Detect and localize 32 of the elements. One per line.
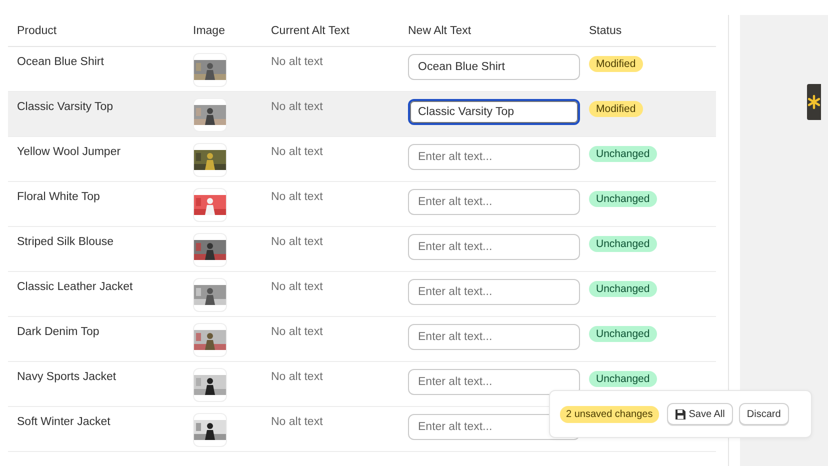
column-header: Current Alt Text bbox=[270, 24, 350, 36]
status-badge: Unchanged bbox=[589, 371, 657, 387]
product-name: Soft Winter Jacket bbox=[16, 415, 112, 430]
current-alt-text: No alt text bbox=[270, 280, 324, 295]
status-badge: Modified bbox=[589, 101, 643, 117]
product-name: Navy Sports Jacket bbox=[16, 370, 118, 385]
product-name: Ocean Blue Shirt bbox=[16, 55, 105, 70]
column-header: New Alt Text bbox=[407, 24, 472, 36]
column-header: Product bbox=[16, 24, 58, 36]
unsaved-count-badge: 2 unsaved changes bbox=[560, 406, 659, 422]
product-name: Dark Denim Top bbox=[16, 325, 100, 340]
status-badge: Unchanged bbox=[589, 236, 657, 252]
product-name: Yellow Wool Jumper bbox=[16, 145, 122, 160]
status-badge: Unchanged bbox=[589, 191, 657, 207]
product-name: Floral White Top bbox=[16, 190, 101, 205]
column-header: Status bbox=[588, 24, 623, 36]
current-alt-text: No alt text bbox=[270, 325, 324, 340]
current-alt-text: No alt text bbox=[270, 145, 324, 160]
product-name: Classic Leather Jacket bbox=[16, 280, 134, 295]
status-badge: Unchanged bbox=[589, 146, 657, 162]
current-alt-text: No alt text bbox=[270, 100, 324, 115]
current-alt-text: No alt text bbox=[270, 235, 324, 250]
current-alt-text: No alt text bbox=[270, 370, 324, 385]
current-alt-text: No alt text bbox=[270, 190, 324, 205]
current-alt-text: No alt text bbox=[270, 415, 324, 430]
column-header: Image bbox=[192, 24, 226, 36]
product-name: Striped Silk Blouse bbox=[16, 235, 115, 250]
status-badge: Modified bbox=[589, 56, 643, 72]
status-badge: Unchanged bbox=[589, 326, 657, 342]
status-badge: Unchanged bbox=[589, 281, 657, 297]
current-alt-text: No alt text bbox=[270, 55, 324, 70]
product-name: Classic Varsity Top bbox=[16, 100, 114, 115]
